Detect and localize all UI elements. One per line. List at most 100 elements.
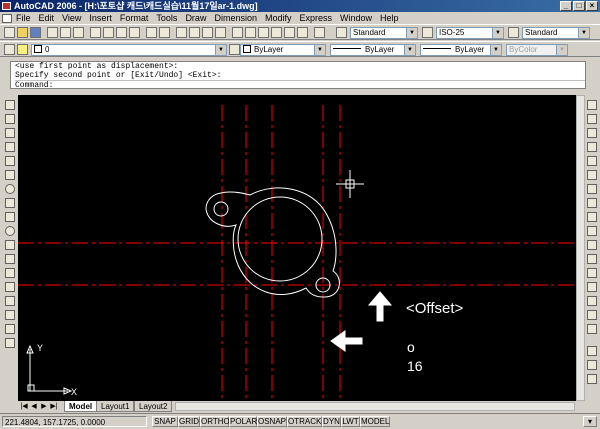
polygon-icon[interactable] bbox=[5, 142, 15, 152]
layer-manager-icon[interactable] bbox=[4, 44, 15, 55]
point-icon[interactable] bbox=[5, 282, 15, 292]
menu-edit[interactable]: Edit bbox=[35, 12, 59, 24]
stretch-icon[interactable] bbox=[587, 212, 597, 222]
table-style-dropdown[interactable]: Standard ▼ bbox=[522, 27, 590, 39]
ellipse-icon[interactable] bbox=[5, 226, 15, 236]
mirror-icon[interactable] bbox=[587, 128, 597, 138]
make-current-layer-icon[interactable] bbox=[229, 44, 240, 55]
circle-icon[interactable] bbox=[5, 184, 15, 194]
plot-icon[interactable] bbox=[47, 27, 58, 38]
last-tab-icon[interactable]: ▶| bbox=[50, 402, 58, 411]
dim-style-dropdown[interactable]: ISO-25 ▼ bbox=[436, 27, 504, 39]
model-button[interactable]: MODEL bbox=[360, 416, 390, 427]
markup-icon[interactable] bbox=[284, 27, 295, 38]
scale-icon[interactable] bbox=[587, 198, 597, 208]
lwt-button[interactable]: LWT bbox=[341, 416, 360, 427]
ortho-button[interactable]: ORTHO bbox=[200, 416, 230, 427]
menu-format[interactable]: Format bbox=[116, 12, 153, 24]
osnap-button[interactable]: OSNAP bbox=[257, 416, 287, 427]
redo-icon[interactable] bbox=[159, 27, 170, 38]
menu-insert[interactable]: Insert bbox=[85, 12, 116, 24]
snap-button[interactable]: SNAP bbox=[152, 416, 178, 427]
gradient-icon[interactable] bbox=[5, 310, 15, 320]
menu-tools[interactable]: Tools bbox=[152, 12, 181, 24]
autocad-app-icon[interactable] bbox=[2, 2, 11, 10]
tab-layout1[interactable]: Layout1 bbox=[96, 401, 135, 412]
cut-icon[interactable] bbox=[90, 27, 101, 38]
save-icon[interactable] bbox=[30, 27, 41, 38]
zoom-previous-icon[interactable] bbox=[215, 27, 226, 38]
horizontal-scrollbar[interactable] bbox=[175, 402, 575, 411]
first-tab-icon[interactable]: |◀ bbox=[20, 402, 28, 411]
minimize-button[interactable]: _ bbox=[560, 1, 572, 11]
color-dropdown[interactable]: ByLayer ▼ bbox=[240, 44, 326, 56]
region-icon[interactable] bbox=[5, 324, 15, 334]
grid-button[interactable]: GRID bbox=[178, 416, 200, 427]
ellipse-arc-icon[interactable] bbox=[5, 240, 15, 250]
copy-icon[interactable] bbox=[103, 27, 114, 38]
command-prompt[interactable]: Command: bbox=[15, 80, 585, 90]
paste-icon[interactable] bbox=[116, 27, 127, 38]
draw-order-icon[interactable] bbox=[587, 346, 597, 356]
array-icon[interactable] bbox=[587, 156, 597, 166]
menu-window[interactable]: Window bbox=[336, 12, 376, 24]
bring-to-front-icon[interactable] bbox=[587, 360, 597, 370]
rotate-icon[interactable] bbox=[587, 184, 597, 194]
menu-express[interactable]: Express bbox=[296, 12, 337, 24]
undo-icon[interactable] bbox=[146, 27, 157, 38]
hatch-icon[interactable] bbox=[5, 296, 15, 306]
erase-icon[interactable] bbox=[587, 100, 597, 110]
menu-file[interactable]: File bbox=[12, 12, 35, 24]
polar-button[interactable]: POLAR bbox=[229, 416, 257, 427]
move-icon[interactable] bbox=[587, 170, 597, 180]
extend-icon[interactable] bbox=[587, 240, 597, 250]
arc-icon[interactable] bbox=[5, 170, 15, 180]
table-icon[interactable] bbox=[5, 338, 15, 348]
dyn-button[interactable]: DYN bbox=[322, 416, 341, 427]
help-icon[interactable] bbox=[314, 27, 325, 38]
maximize-button[interactable]: □ bbox=[573, 1, 585, 11]
menu-view[interactable]: View bbox=[58, 12, 85, 24]
revision-cloud-icon[interactable] bbox=[5, 198, 15, 208]
prev-tab-icon[interactable]: ◀ bbox=[30, 402, 38, 411]
menu-draw[interactable]: Draw bbox=[181, 12, 210, 24]
otrack-button[interactable]: OTRACK bbox=[287, 416, 322, 427]
properties-icon[interactable] bbox=[232, 27, 243, 38]
close-button[interactable]: × bbox=[586, 1, 598, 11]
chamfer-icon[interactable] bbox=[587, 296, 597, 306]
text-style-dropdown[interactable]: Standard ▼ bbox=[350, 27, 418, 39]
rectangle-icon[interactable] bbox=[5, 156, 15, 166]
open-icon[interactable] bbox=[17, 27, 28, 38]
publish-icon[interactable] bbox=[73, 27, 84, 38]
tray-settings-icon[interactable]: ▾ bbox=[583, 416, 597, 427]
menu-dimension[interactable]: Dimension bbox=[210, 12, 261, 24]
pan-icon[interactable] bbox=[176, 27, 187, 38]
calculator-icon[interactable] bbox=[297, 27, 308, 38]
next-tab-icon[interactable]: ▶ bbox=[40, 402, 48, 411]
vertical-scrollbar[interactable] bbox=[576, 95, 585, 401]
sheet-set-icon[interactable] bbox=[271, 27, 282, 38]
spline-icon[interactable] bbox=[5, 212, 15, 222]
linetype-dropdown[interactable]: ByLayer ▼ bbox=[330, 44, 416, 56]
drawing-area[interactable]: Y X <Offset> o 16 bbox=[18, 95, 576, 401]
design-center-icon[interactable] bbox=[245, 27, 256, 38]
layer-dropdown[interactable]: 0 ▼ bbox=[31, 44, 227, 56]
zoom-realtime-icon[interactable] bbox=[189, 27, 200, 38]
menu-help[interactable]: Help bbox=[376, 12, 403, 24]
make-block-icon[interactable] bbox=[5, 268, 15, 278]
break-at-point-icon[interactable] bbox=[587, 254, 597, 264]
copy-object-icon[interactable] bbox=[587, 114, 597, 124]
fillet-icon[interactable] bbox=[587, 310, 597, 320]
tool-palettes-icon[interactable] bbox=[258, 27, 269, 38]
break-icon[interactable] bbox=[587, 268, 597, 278]
polyline-icon[interactable] bbox=[5, 128, 15, 138]
match-properties-icon[interactable] bbox=[129, 27, 140, 38]
insert-block-icon[interactable] bbox=[5, 254, 15, 264]
construction-line-icon[interactable] bbox=[5, 114, 15, 124]
trim-icon[interactable] bbox=[587, 226, 597, 236]
new-icon[interactable] bbox=[4, 27, 15, 38]
zoom-window-icon[interactable] bbox=[202, 27, 213, 38]
lineweight-dropdown[interactable]: ByLayer ▼ bbox=[420, 44, 502, 56]
line-icon[interactable] bbox=[5, 100, 15, 110]
menu-modify[interactable]: Modify bbox=[261, 12, 296, 24]
